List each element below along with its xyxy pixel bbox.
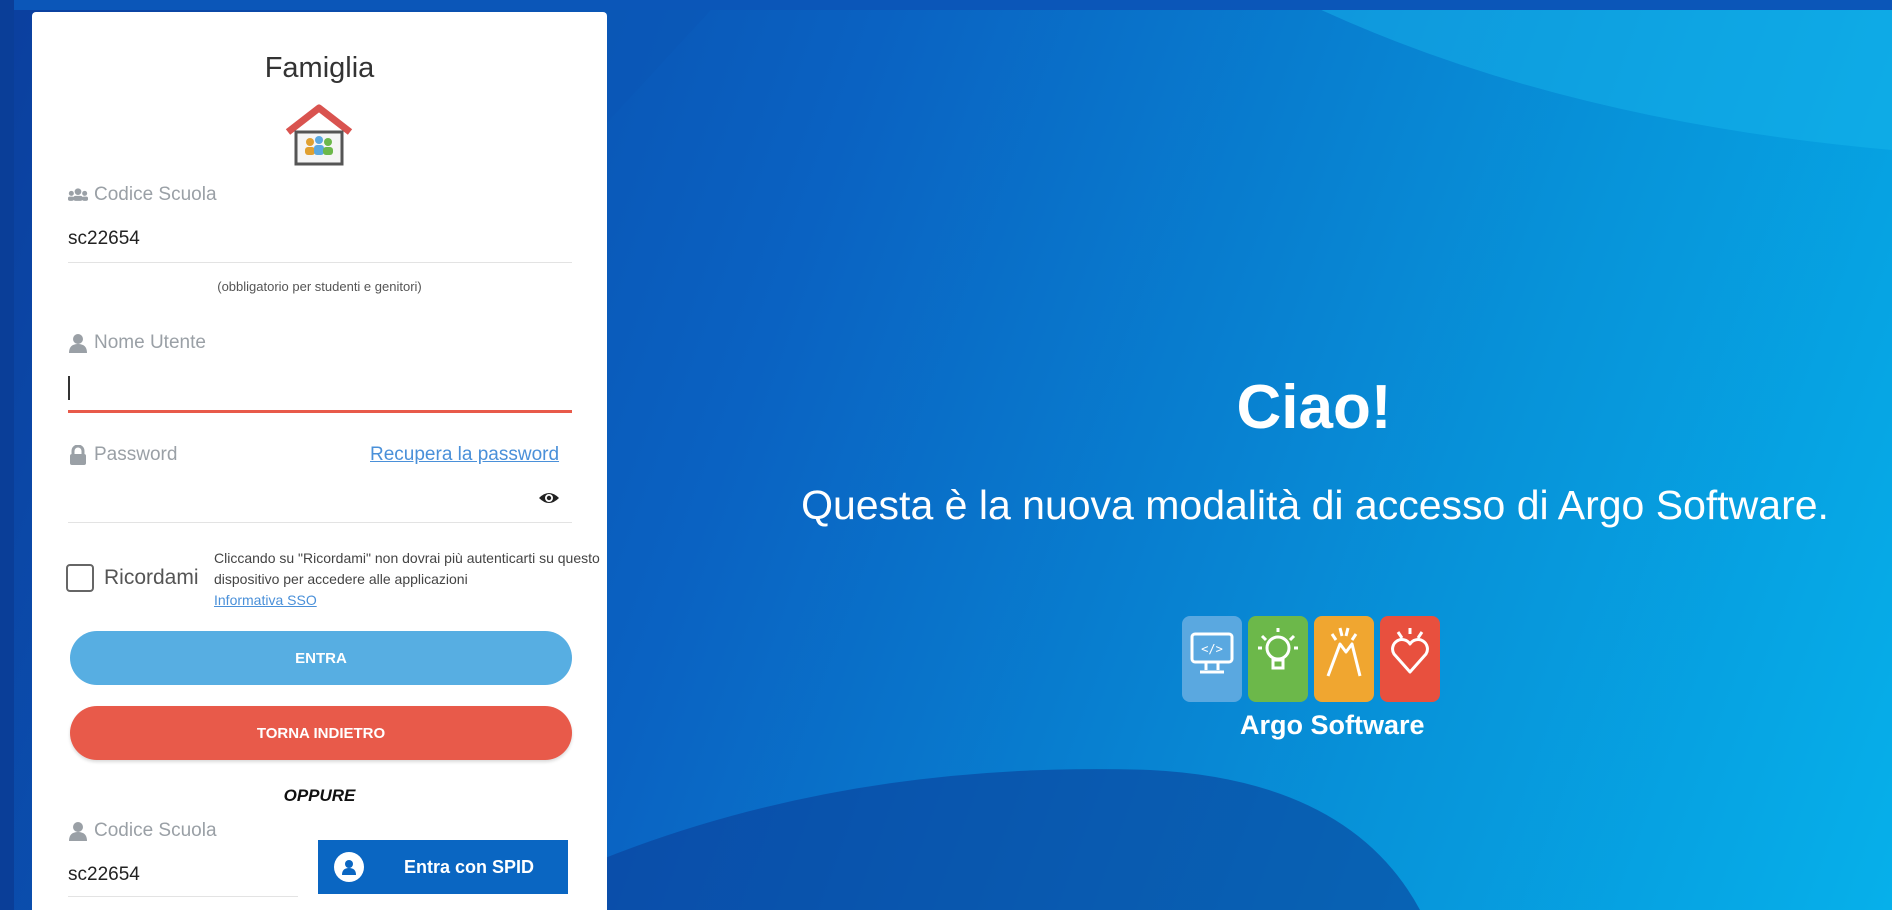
logo-text: Argo Software	[1240, 710, 1425, 740]
spid-button-label: Entra con SPID	[404, 856, 535, 877]
remember-label[interactable]: Ricordami	[104, 566, 199, 590]
password-underline	[68, 522, 572, 523]
spid-user-icon	[334, 852, 364, 882]
monitor-code-icon: </>	[1190, 632, 1234, 674]
svg-text:</>: </>	[1201, 642, 1223, 656]
enter-button[interactable]: ENTRA	[70, 631, 572, 685]
hero-title: Ciao!	[1236, 373, 1392, 442]
family-house-icon	[285, 104, 353, 166]
user-icon	[69, 334, 87, 353]
school-code-hint: (obbligatorio per studenti e genitori)	[217, 279, 422, 294]
logo-tile-idea	[1248, 616, 1308, 702]
users-icon	[68, 188, 88, 201]
lightbulb-icon	[1258, 628, 1298, 670]
hero-subtitle: Questa è la nuova modalità di accesso di…	[801, 482, 1829, 528]
lock-icon	[70, 445, 86, 465]
username-label: Nome Utente	[68, 332, 206, 354]
remember-checkbox[interactable]	[66, 564, 94, 592]
spid-login-button[interactable]: Entra con SPID	[318, 840, 568, 894]
back-button[interactable]: TORNA INDIETRO	[70, 706, 572, 760]
logo-tile-heart	[1380, 616, 1440, 702]
card-title: Famiglia	[264, 52, 375, 84]
window-left-border	[0, 0, 14, 910]
login-card: Famiglia Codice Scuola sc22654 (obbligat…	[32, 12, 607, 910]
recover-password-link[interactable]: Recupera la password	[370, 444, 559, 466]
password-input[interactable]	[68, 488, 548, 518]
school-code-label: Codice Scuola	[68, 184, 217, 206]
user-icon	[69, 822, 87, 841]
spid-school-code-underline	[68, 896, 298, 897]
logo-tile-code: </>	[1182, 616, 1242, 702]
high-five-icon	[1326, 627, 1362, 677]
spid-school-code-input[interactable]: sc22654	[68, 864, 140, 886]
text-cursor	[68, 376, 70, 400]
eye-icon[interactable]	[538, 490, 560, 506]
school-code-input[interactable]: sc22654	[68, 228, 140, 250]
remember-note: Cliccando su "Ricordami" non dovrai più …	[214, 548, 604, 611]
or-separator: OPPURE	[283, 786, 356, 805]
school-code-underline	[68, 262, 572, 263]
logo-tile-teamwork	[1314, 616, 1374, 702]
username-input[interactable]	[68, 376, 572, 406]
heart-icon	[1391, 628, 1429, 674]
remember-note-text: Cliccando su "Ricordami" non dovrai più …	[214, 550, 600, 587]
window-top-border	[0, 0, 1892, 10]
username-underline	[68, 410, 572, 413]
spid-school-code-label: Codice Scuola	[68, 820, 217, 842]
sso-info-link[interactable]: Informativa SSO	[214, 592, 317, 608]
password-label: Password	[68, 444, 177, 466]
